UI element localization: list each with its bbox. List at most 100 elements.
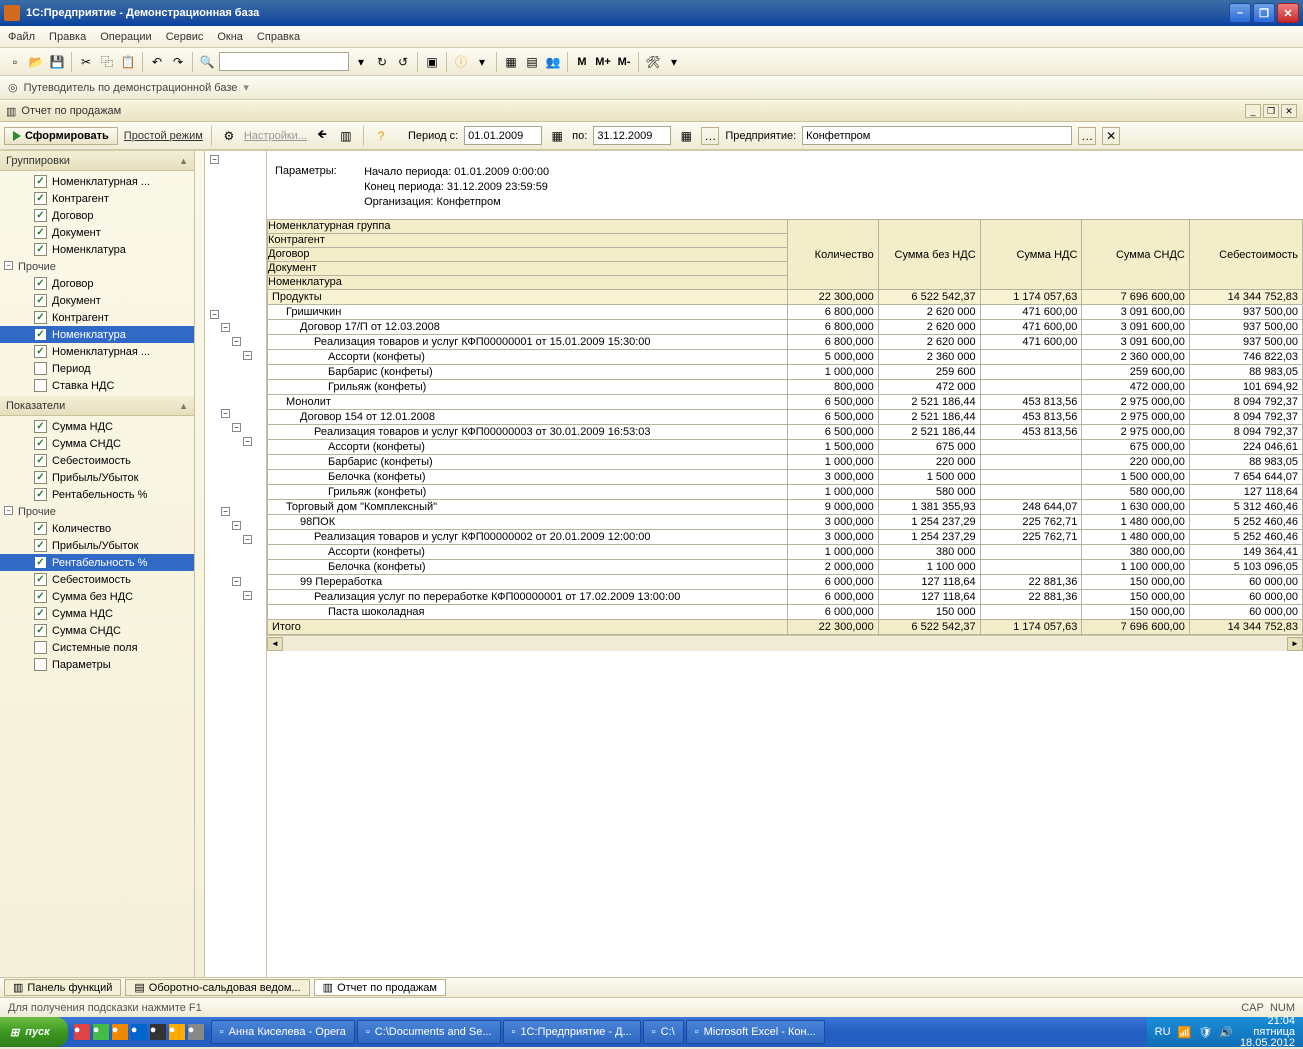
table-row[interactable]: Паста шоколадная6 000,000150 000150 000,…: [268, 605, 1303, 620]
list-item[interactable]: ✓Сумма СНДС: [0, 622, 194, 639]
save-icon[interactable]: 💾: [48, 53, 66, 71]
checkbox[interactable]: ✓: [34, 243, 47, 256]
checkbox[interactable]: ✓: [34, 277, 47, 290]
copy-icon[interactable]: ⿻: [98, 53, 116, 71]
clock[interactable]: 21:04 пятница 18.05.2012: [1240, 1016, 1295, 1049]
checkbox[interactable]: ✓: [34, 556, 47, 569]
outline-toggle[interactable]: −: [221, 323, 230, 332]
mminus-icon[interactable]: M-: [615, 53, 633, 71]
taskbar-item[interactable]: ▫Анна Киселева - Opera: [211, 1020, 355, 1044]
page-icon[interactable]: ▥: [337, 127, 355, 145]
mplus-icon[interactable]: M+: [594, 53, 612, 71]
outline-toggle[interactable]: −: [243, 351, 252, 360]
list-item[interactable]: Параметры: [0, 656, 194, 673]
checkbox[interactable]: ✓: [34, 345, 47, 358]
table-row[interactable]: Договор 154 от 12.01.20086 500,0002 521 …: [268, 410, 1303, 425]
table-row[interactable]: Барбарис (конфеты)1 000,000220 000220 00…: [268, 455, 1303, 470]
list-item[interactable]: ✓Сумма СНДС: [0, 435, 194, 452]
table-row[interactable]: Белочка (конфеты)3 000,0001 500 0001 500…: [268, 470, 1303, 485]
checkbox[interactable]: ✓: [34, 454, 47, 467]
list-item[interactable]: Системные поля: [0, 639, 194, 656]
table-row[interactable]: 99 Переработка6 000,000127 118,6422 881,…: [268, 575, 1303, 590]
new-icon[interactable]: ▫: [6, 53, 24, 71]
checkbox[interactable]: ✓: [34, 573, 47, 586]
list-item[interactable]: ✓Документ: [0, 224, 194, 241]
group-others[interactable]: −Прочие: [0, 258, 194, 275]
ql-icon[interactable]: ●: [112, 1024, 128, 1040]
window-icon[interactable]: ▣: [423, 53, 441, 71]
outline-toggle[interactable]: −: [210, 310, 219, 319]
table-row[interactable]: Монолит6 500,0002 521 186,44453 813,562 …: [268, 395, 1303, 410]
taskbar-item[interactable]: ▫Microsoft Excel - Кон...: [686, 1020, 825, 1044]
checkbox[interactable]: [34, 362, 47, 375]
list-item[interactable]: Период: [0, 360, 194, 377]
checkbox[interactable]: [34, 641, 47, 654]
report-close-button[interactable]: ✕: [1281, 104, 1297, 118]
checkbox[interactable]: ✓: [34, 209, 47, 222]
list-item[interactable]: ✓Контрагент: [0, 309, 194, 326]
tray-icon[interactable]: 📶: [1178, 1026, 1192, 1039]
checkbox[interactable]: [34, 658, 47, 671]
outline-toggle[interactable]: −: [232, 577, 241, 586]
table-row[interactable]: Грильяж (конфеты)1 000,000580 000580 000…: [268, 485, 1303, 500]
tray-icon[interactable]: 🛡: [1198, 1026, 1212, 1039]
table-row[interactable]: Реализация товаров и услуг КФП00000002 о…: [268, 530, 1303, 545]
table-row[interactable]: Грильяж (конфеты)800,000472 000472 000,0…: [268, 380, 1303, 395]
calendar-icon[interactable]: ▤: [523, 53, 541, 71]
simple-mode-link[interactable]: Простой режим: [124, 130, 203, 142]
list-item[interactable]: ✓Номенклатура: [0, 241, 194, 258]
table-row[interactable]: Белочка (конфеты)2 000,0001 100 0001 100…: [268, 560, 1303, 575]
list-item[interactable]: ✓Себестоимость: [0, 571, 194, 588]
volume-icon[interactable]: 🔊: [1219, 1026, 1233, 1039]
outline-toggle[interactable]: −: [221, 507, 230, 516]
table-row[interactable]: Барбарис (конфеты)1 000,000259 600259 60…: [268, 365, 1303, 380]
tab-sales-report[interactable]: ▥Отчет по продажам: [314, 979, 446, 996]
checkbox[interactable]: ✓: [34, 420, 47, 433]
indicators-head[interactable]: Показатели▲: [0, 396, 194, 416]
taskbar-item[interactable]: ▫1С:Предприятие - Д...: [503, 1020, 641, 1044]
settings-link[interactable]: Настройки...: [244, 130, 307, 142]
table-row[interactable]: Реализация товаров и услуг КФП00000001 о…: [268, 335, 1303, 350]
checkbox[interactable]: ✓: [34, 226, 47, 239]
lang-indicator[interactable]: RU: [1155, 1026, 1171, 1038]
ellipsis-icon[interactable]: …: [701, 127, 719, 145]
table-row[interactable]: Гришичкин6 800,0002 620 000471 600,003 0…: [268, 305, 1303, 320]
list-item[interactable]: ✓Договор: [0, 207, 194, 224]
close-button[interactable]: ✕: [1277, 3, 1299, 23]
dropdown-icon[interactable]: ▾: [352, 53, 370, 71]
list-item[interactable]: ✓Номенклатура: [0, 326, 194, 343]
list-item[interactable]: ✓Номенклатурная ...: [0, 173, 194, 190]
table-row[interactable]: Реализация услуг по переработке КФП00000…: [268, 590, 1303, 605]
m-icon[interactable]: M: [573, 53, 591, 71]
minimize-button[interactable]: –: [1229, 3, 1251, 23]
splitter[interactable]: [195, 151, 205, 977]
guide-drop-icon[interactable]: ▾: [243, 81, 249, 94]
paste-icon[interactable]: 📋: [119, 53, 137, 71]
start-button[interactable]: ⊞пуск: [0, 1017, 68, 1047]
scroll-left-icon[interactable]: ◄: [267, 637, 283, 651]
ql-icon[interactable]: ●: [131, 1024, 147, 1040]
drop2-icon[interactable]: ▾: [665, 53, 683, 71]
collapse-icon[interactable]: −: [4, 506, 13, 515]
ql-icon[interactable]: ●: [169, 1024, 185, 1040]
tab-balance[interactable]: ▤Оборотно-сальдовая ведом...: [125, 979, 309, 996]
cal2-icon[interactable]: ▦: [677, 127, 695, 145]
groupings-head[interactable]: Группировки▲: [0, 151, 194, 171]
list-item[interactable]: ✓Сумма НДС: [0, 418, 194, 435]
list-item[interactable]: ✓Сумма НДС: [0, 605, 194, 622]
checkbox[interactable]: ✓: [34, 192, 47, 205]
table-row[interactable]: Ассорти (конфеты)1 000,000380 000380 000…: [268, 545, 1303, 560]
help-icon[interactable]: ?: [372, 127, 390, 145]
group-others[interactable]: −Прочие: [0, 503, 194, 520]
scroll-right-icon[interactable]: ►: [1287, 637, 1303, 651]
checkbox[interactable]: ✓: [34, 311, 47, 324]
ent-ellipsis-icon[interactable]: …: [1078, 127, 1096, 145]
search-icon[interactable]: 🔍: [198, 53, 216, 71]
checkbox[interactable]: [34, 379, 47, 392]
menu-file[interactable]: Файл: [8, 31, 35, 43]
table-row[interactable]: 98ПОК3 000,0001 254 237,29225 762,711 48…: [268, 515, 1303, 530]
list-item[interactable]: ✓Рентабельность %: [0, 486, 194, 503]
tool-icon[interactable]: 🛠: [644, 53, 662, 71]
checkbox[interactable]: ✓: [34, 590, 47, 603]
tab-panel-functions[interactable]: ▥Панель функций: [4, 979, 121, 996]
